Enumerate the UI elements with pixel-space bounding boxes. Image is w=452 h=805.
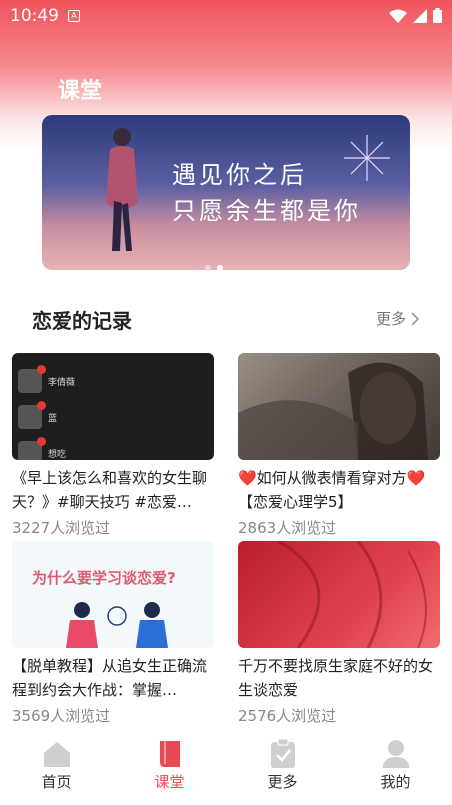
card-title: ❤️如何从微表情看穿对方❤️【恋爱心理学5】 bbox=[238, 469, 426, 511]
card-views: 3569人浏览过 bbox=[12, 707, 111, 725]
signal-icon bbox=[413, 8, 427, 23]
notification-a-icon: A bbox=[68, 10, 80, 22]
video-card[interactable]: ❤️如何从微表情看穿对方❤️【恋爱心理学5】 2863人浏览过 bbox=[238, 353, 440, 538]
badge-dot bbox=[37, 437, 46, 446]
status-bar: 10:49 A bbox=[0, 0, 452, 32]
bottom-tab-bar: 首页 课堂 更多 我的 bbox=[0, 735, 452, 805]
portrait-image bbox=[238, 362, 428, 460]
book-icon bbox=[160, 741, 180, 767]
carousel-dot bbox=[205, 265, 211, 271]
tab-home[interactable]: 首页 bbox=[0, 735, 113, 805]
petal-pattern bbox=[277, 541, 427, 648]
banner-line-2: 只愿余生都是你 bbox=[172, 197, 361, 225]
system-icons bbox=[389, 8, 442, 23]
chat-name: 李倩薇 bbox=[48, 377, 76, 388]
more-link[interactable]: 更多 bbox=[376, 308, 420, 329]
tab-label: 课堂 bbox=[154, 773, 185, 791]
video-thumbnail: 为什么要学习谈恋爱? bbox=[12, 541, 214, 648]
avatar bbox=[18, 437, 46, 460]
video-card[interactable]: 千万不要找原生家庭不好的女生谈恋爱 2576人浏览过 bbox=[238, 541, 440, 726]
video-thumbnail: 李倩薇 蓝 想吃 bbox=[12, 353, 214, 460]
card-title: 《早上该怎么和喜欢的女生聊天？》#聊天技巧 #恋爱… bbox=[12, 469, 208, 511]
tab-label: 更多 bbox=[267, 773, 298, 791]
tab-label: 首页 bbox=[41, 773, 72, 791]
fireworks-icon bbox=[344, 135, 390, 181]
tab-classroom[interactable]: 课堂 bbox=[113, 735, 226, 805]
status-time: 10:49 bbox=[10, 6, 59, 26]
card-title: 千万不要找原生家庭不好的女生谈恋爱 bbox=[238, 657, 434, 699]
clipboard-check-icon bbox=[271, 738, 295, 768]
tab-more[interactable]: 更多 bbox=[226, 735, 339, 805]
chat-row: 想吃 bbox=[18, 437, 67, 460]
video-thumbnail bbox=[238, 353, 440, 460]
wifi-icon bbox=[389, 9, 407, 23]
badge-dot bbox=[37, 365, 46, 374]
chat-row: 蓝 bbox=[18, 401, 58, 429]
chat-name: 蓝 bbox=[48, 413, 58, 424]
banner-line-1: 遇见你之后 bbox=[172, 161, 307, 189]
more-label: 更多 bbox=[376, 310, 407, 328]
people-illustration bbox=[66, 602, 168, 648]
page-title: 课堂 bbox=[58, 79, 103, 104]
home-icon bbox=[44, 742, 70, 767]
chat-row: 李倩薇 bbox=[18, 365, 76, 393]
chat-name: 想吃 bbox=[48, 449, 67, 460]
card-views: 2576人浏览过 bbox=[238, 707, 337, 725]
carousel-dot-active bbox=[217, 265, 223, 271]
card-views: 2863人浏览过 bbox=[238, 519, 337, 537]
badge-dot bbox=[37, 401, 46, 410]
couple-illustration bbox=[106, 128, 138, 251]
video-card[interactable]: 为什么要学习谈恋爱? 【脱单教程】从追女生正确流程到约会大作战：掌握… 3569… bbox=[12, 541, 214, 726]
avatar bbox=[18, 365, 46, 393]
user-icon bbox=[383, 740, 409, 768]
carousel-indicator bbox=[205, 265, 223, 271]
section-title: 恋爱的记录 bbox=[32, 309, 132, 333]
card-views: 3227人浏览过 bbox=[12, 519, 111, 537]
battery-icon bbox=[433, 8, 442, 23]
thumbnail-question: 为什么要学习谈恋爱? bbox=[32, 569, 176, 587]
video-thumbnail bbox=[238, 541, 440, 648]
avatar bbox=[18, 401, 46, 429]
banner-carousel[interactable]: 遇见你之后 只愿余生都是你 bbox=[42, 115, 410, 270]
tab-mine[interactable]: 我的 bbox=[339, 735, 452, 805]
chevron-right-icon bbox=[411, 311, 420, 326]
card-title: 【脱单教程】从追女生正确流程到约会大作战：掌握… bbox=[12, 657, 208, 699]
tab-label: 我的 bbox=[380, 773, 411, 791]
video-card[interactable]: 李倩薇 蓝 想吃 《早上该怎么和喜欢的女生聊天？》#聊天技巧 #恋爱… 3227… bbox=[12, 353, 214, 538]
